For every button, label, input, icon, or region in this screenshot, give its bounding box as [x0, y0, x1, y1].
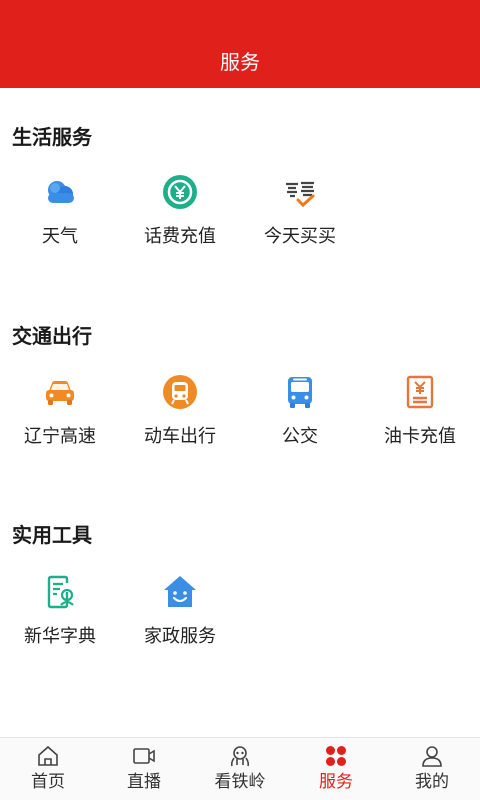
service-shopping[interactable]: 今天买买: [240, 174, 360, 260]
video-camera-icon: [132, 744, 156, 768]
section-life-services: 生活服务 天气 话费充值 今天买买: [0, 120, 480, 260]
service-liaoning-highway[interactable]: 辽宁高速: [0, 374, 120, 460]
service-label: 天气: [42, 226, 78, 247]
section-title: 实用工具: [12, 523, 92, 547]
service-bus[interactable]: 公交: [240, 374, 360, 460]
dictionary-icon: [42, 574, 78, 610]
service-label: 新华字典: [24, 626, 96, 647]
tab-home[interactable]: 首页: [0, 738, 96, 800]
home-icon: [36, 744, 60, 768]
service-label: 今天买买: [264, 226, 336, 247]
car-icon: [42, 374, 78, 410]
home-service-icon: [162, 574, 198, 610]
page-title: 服务: [220, 50, 260, 74]
yuan-recharge-icon: [162, 174, 198, 210]
section-tools: 实用工具 新华字典 家政服务: [0, 520, 480, 660]
service-label: 辽宁高速: [24, 426, 96, 447]
bottom-tab-bar: 首页 直播 看铁岭 服务 我的: [0, 737, 480, 800]
section-title: 生活服务: [12, 125, 92, 149]
tab-label: 服务: [319, 772, 353, 792]
service-label: 油卡充值: [384, 426, 456, 447]
title-bar: 服务: [0, 0, 480, 88]
service-label: 家政服务: [144, 626, 216, 647]
service-label: 公交: [282, 426, 318, 447]
service-weather[interactable]: 天气: [0, 174, 120, 260]
user-icon: [420, 744, 444, 768]
section-transport: 交通出行 辽宁高速 动车出行 公交 油卡充值: [0, 320, 480, 460]
service-housekeeping[interactable]: 家政服务: [120, 574, 240, 660]
shopping-logo-icon: [282, 174, 318, 210]
cloud-icon: [42, 174, 78, 210]
grid-dots-icon: [324, 744, 348, 768]
service-train[interactable]: 动车出行: [120, 374, 240, 460]
section-title: 交通出行: [12, 324, 92, 348]
tab-label: 看铁岭: [214, 772, 266, 792]
train-icon: [162, 374, 198, 410]
tab-live[interactable]: 直播: [96, 738, 192, 800]
service-dictionary[interactable]: 新华字典: [0, 574, 120, 660]
tab-mine[interactable]: 我的: [384, 738, 480, 800]
tab-view-tieling[interactable]: 看铁岭: [192, 738, 288, 800]
tab-services[interactable]: 服务: [288, 738, 384, 800]
tab-label: 首页: [31, 772, 65, 792]
service-phone-recharge[interactable]: 话费充值: [120, 174, 240, 260]
tab-label: 我的: [415, 772, 449, 792]
service-label: 话费充值: [144, 226, 216, 247]
service-label: 动车出行: [144, 426, 216, 447]
view-icon: [228, 744, 252, 768]
bus-icon: [282, 374, 318, 410]
tab-label: 直播: [127, 772, 161, 792]
service-fuel-card[interactable]: 油卡充值: [360, 374, 480, 460]
fuel-card-icon: [402, 374, 438, 410]
